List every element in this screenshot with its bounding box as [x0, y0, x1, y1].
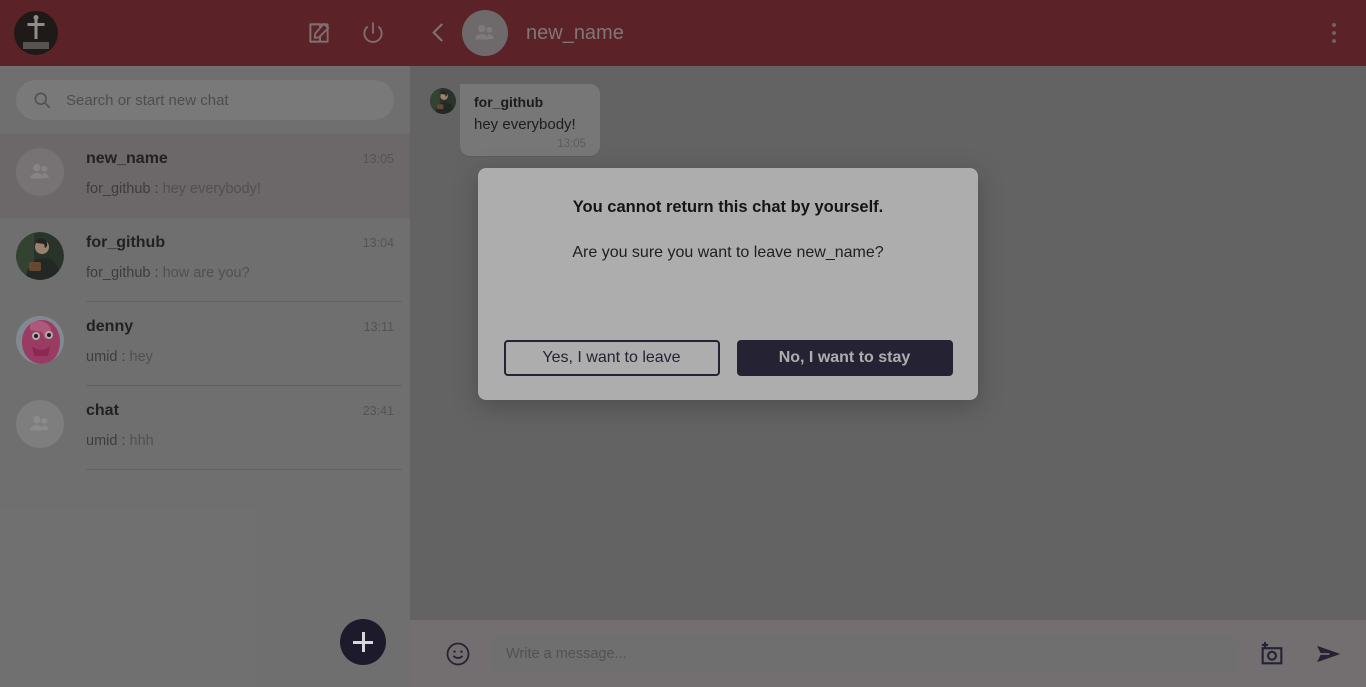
plus-icon-vertical: [361, 632, 365, 652]
chat-item-preview: umid : hhh: [86, 433, 154, 449]
contact-avatar-for_github: [16, 232, 64, 280]
send-icon[interactable]: [1314, 639, 1344, 669]
chat-item-time: 23:41: [362, 404, 394, 418]
group-avatar-icon: [16, 400, 64, 448]
avatar-figure-body: [34, 17, 38, 40]
chat-list: new_name 13:05 for_github : hey everybod…: [0, 134, 410, 687]
chat-item-preview-message: hhh: [129, 433, 154, 449]
avatar-photo-pink: [16, 316, 64, 364]
chat-item-preview-message: how are you?: [162, 265, 250, 281]
chat-item-preview-sender: umid: [86, 349, 118, 365]
new-chat-fab[interactable]: [340, 619, 386, 665]
chat-item-preview-message: hey: [129, 349, 153, 365]
chat-item-preview-message: hey everybody!: [162, 181, 261, 197]
chat-header-title: new_name: [526, 21, 624, 44]
chat-item-name: new_name: [86, 150, 168, 167]
message-bubble: for_github hey everybody! 13:05: [460, 84, 600, 156]
chat-list-item-for_github[interactable]: for_github 13:04 for_github : how are yo…: [0, 218, 410, 302]
chat-item-time: 13:11: [363, 320, 394, 334]
chat-item-top-row: for_github 13:04: [86, 234, 394, 252]
sidebar: new_name 13:05 for_github : hey everybod…: [0, 0, 410, 687]
chat-list-item-denny[interactable]: denny 13:11 umid : hey: [0, 302, 410, 386]
dialog-subtitle: Are you sure you want to leave new_name?: [572, 244, 884, 261]
chat-item-name: chat: [86, 402, 119, 419]
chat-item-body: new_name 13:05 for_github : hey everybod…: [86, 148, 394, 197]
chat-item-preview-sender: for_github: [86, 181, 151, 197]
sidebar-header: [0, 0, 410, 66]
chat-item-time: 13:05: [362, 152, 394, 166]
leave-chat-dialog: You cannot return this chat by yourself.…: [478, 168, 978, 400]
cancel-leave-button[interactable]: No, I want to stay: [736, 340, 953, 376]
search-icon: [32, 90, 52, 110]
message-composer: [410, 620, 1366, 687]
chat-item-body: chat 23:41 umid : hhh: [86, 400, 394, 449]
chat-list-item-chat[interactable]: chat 23:41 umid : hhh: [0, 386, 410, 470]
chat-header-avatar[interactable]: [462, 10, 508, 56]
chat-item-top-row: denny 13:11: [86, 318, 394, 336]
chat-item-preview-sender: umid: [86, 433, 118, 449]
message-author-avatar: [430, 88, 456, 114]
contact-avatar-denny: [16, 316, 64, 364]
message-author: for_github: [474, 94, 544, 110]
chat-item-preview: for_github : how are you?: [86, 265, 250, 281]
message-time: 13:05: [557, 138, 586, 150]
avatar-photo-man: [16, 232, 64, 280]
kebab-dot: [1332, 23, 1336, 27]
message-text: hey everybody!: [474, 116, 576, 133]
chat-item-preview: for_github : hey everybody!: [86, 181, 261, 197]
chat-item-preview-sender: for_github: [86, 265, 151, 281]
message-input[interactable]: [492, 634, 1238, 673]
chat-item-time: 13:04: [362, 236, 394, 250]
profile-avatar[interactable]: [14, 11, 58, 55]
back-icon[interactable]: [428, 22, 450, 44]
emoji-icon[interactable]: [444, 640, 472, 668]
sidebar-header-actions: [306, 20, 386, 46]
chat-list-item-new_name[interactable]: new_name 13:05 for_github : hey everybod…: [0, 134, 410, 218]
search-input[interactable]: [66, 91, 378, 109]
search-container: [0, 66, 410, 134]
chat-item-preview: umid : hey: [86, 349, 153, 365]
chat-item-name: for_github: [86, 234, 166, 251]
avatar-figure-arms: [27, 23, 45, 27]
chat-item-divider: [86, 469, 402, 470]
camera-icon[interactable]: [1258, 640, 1286, 668]
chat-item-body: for_github 13:04 for_github : how are yo…: [86, 232, 394, 281]
chat-menu-icon[interactable]: [1322, 17, 1346, 49]
chat-item-name: denny: [86, 318, 134, 335]
chat-item-body: denny 13:11 umid : hey: [86, 316, 394, 365]
composer-actions: [1258, 639, 1344, 669]
chat-header: new_name: [410, 0, 1366, 66]
kebab-dot: [1332, 31, 1336, 35]
kebab-dot: [1332, 39, 1336, 43]
dialog-title: You cannot return this chat by yourself.: [572, 198, 884, 216]
compose-icon[interactable]: [306, 20, 332, 46]
chat-item-top-row: new_name 13:05: [86, 150, 394, 168]
search-box[interactable]: [16, 80, 394, 120]
confirm-leave-button[interactable]: Yes, I want to leave: [503, 340, 720, 376]
chat-item-top-row: chat 23:41: [86, 402, 394, 420]
group-avatar-icon: [16, 148, 64, 196]
avatar-figure-base: [23, 41, 49, 49]
message-row: for_github hey everybody! 13:05: [430, 84, 1346, 156]
app-root: new_name 13:05 for_github : hey everybod…: [0, 0, 1366, 687]
dialog-actions: Yes, I want to leave No, I want to stay: [503, 340, 953, 376]
power-icon[interactable]: [360, 20, 386, 46]
